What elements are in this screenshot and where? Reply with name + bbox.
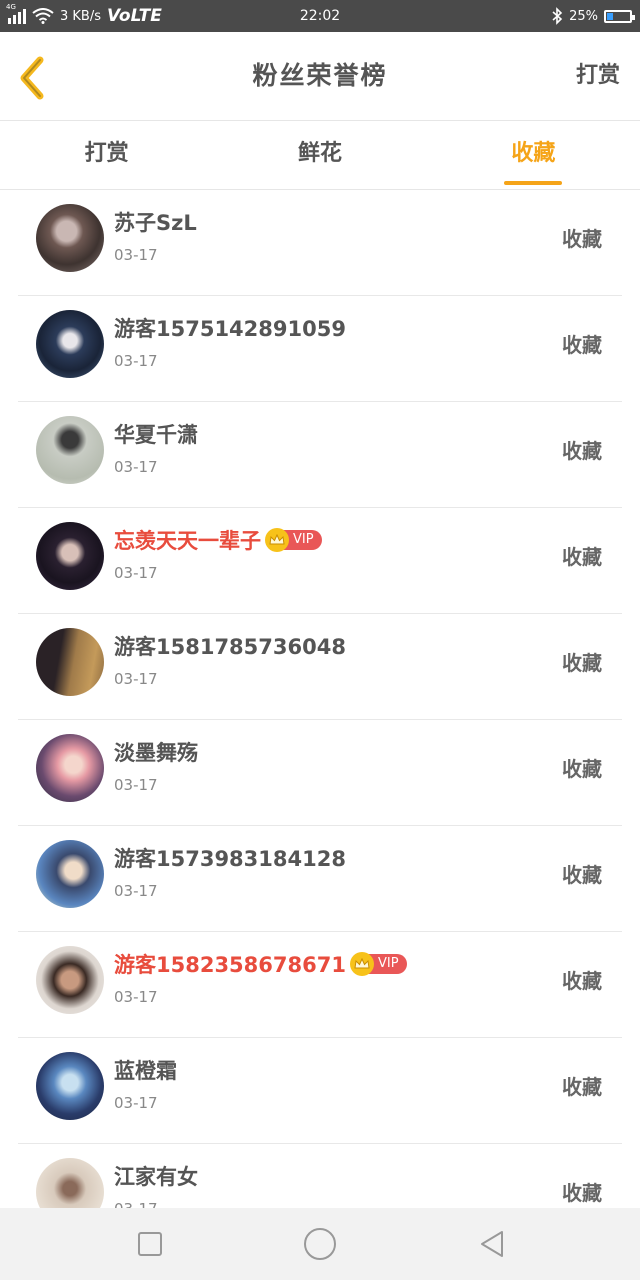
date: 03-17 (114, 988, 158, 1006)
user-name: 游客1582358678671 (114, 953, 346, 977)
list-item[interactable]: 游客1575142891059 03-17 收藏 (18, 296, 622, 402)
user-name: 苏子SzL (114, 211, 197, 235)
tab-reward[interactable]: 打赏 (0, 121, 213, 189)
date: 03-17 (114, 352, 158, 370)
square-icon (138, 1232, 162, 1256)
favorite-label: 收藏 (562, 333, 602, 357)
date: 03-17 (114, 882, 158, 900)
list-item[interactable]: 淡墨舞殇 03-17 收藏 (18, 720, 622, 826)
user-name: 游客1575142891059 (114, 317, 346, 341)
status-time: 22:02 (299, 8, 341, 24)
list-item[interactable]: 苏子SzL 03-17 收藏 (18, 190, 622, 296)
list-item[interactable]: 蓝橙霜 03-17 收藏 (18, 1038, 622, 1144)
crown-icon (349, 952, 374, 976)
tab-favorites[interactable]: 收藏 (427, 121, 640, 189)
avatar[interactable] (36, 1052, 104, 1120)
favorite-label: 收藏 (562, 439, 602, 463)
favorite-label: 收藏 (562, 757, 602, 781)
system-nav-bar (0, 1208, 640, 1280)
avatar[interactable] (36, 1158, 104, 1208)
nav-back-button[interactable] (472, 1224, 512, 1264)
avatar[interactable] (36, 946, 104, 1014)
list-item[interactable]: 忘羡天天一辈子 VIP 03-17 收藏 (18, 508, 622, 614)
vip-badge: VIP (265, 528, 322, 552)
list-item[interactable]: 游客1573983184128 03-17 收藏 (18, 826, 622, 932)
user-name: 忘羡天天一辈子 (114, 529, 261, 553)
user-name: 蓝橙霜 (114, 1059, 177, 1083)
triangle-back-icon (481, 1231, 503, 1257)
avatar[interactable] (36, 522, 104, 590)
app-header: 粉丝荣誉榜 打赏 (0, 32, 640, 121)
favorite-label: 收藏 (562, 227, 602, 251)
user-name: 华夏千潇 (114, 423, 198, 447)
date: 03-17 (114, 246, 158, 264)
tab-flowers[interactable]: 鲜花 (213, 121, 426, 189)
list-item[interactable]: 华夏千潇 03-17 收藏 (18, 402, 622, 508)
user-name: 游客1581785736048 (114, 635, 346, 659)
user-name: 游客1573983184128 (114, 847, 346, 871)
avatar[interactable] (36, 734, 104, 802)
favorite-label: 收藏 (562, 969, 602, 993)
bluetooth-icon (552, 7, 563, 25)
favorite-label: 收藏 (562, 863, 602, 887)
date: 03-17 (114, 564, 158, 582)
date: 03-17 (114, 458, 158, 476)
recent-apps-button[interactable] (130, 1224, 170, 1264)
list-item[interactable]: 游客1581785736048 03-17 收藏 (18, 614, 622, 720)
avatar[interactable] (36, 204, 104, 272)
avatar[interactable] (36, 416, 104, 484)
user-name: 淡墨舞殇 (114, 741, 198, 765)
date: 03-17 (114, 1200, 158, 1208)
avatar[interactable] (36, 840, 104, 908)
favorite-label: 收藏 (562, 1181, 602, 1205)
date: 03-17 (114, 776, 158, 794)
battery-icon (604, 9, 635, 23)
date: 03-17 (114, 670, 158, 688)
date: 03-17 (114, 1094, 158, 1112)
avatar[interactable] (36, 310, 104, 378)
list-item[interactable]: 江家有女 03-17 收藏 (18, 1144, 622, 1208)
reward-button[interactable]: 打赏 (576, 32, 620, 120)
list-item[interactable]: 游客1582358678671 VIP 03-17 收藏 (18, 932, 622, 1038)
fan-list[interactable]: 苏子SzL 03-17 收藏 游客1575142891059 03-17 收藏 … (18, 190, 622, 1208)
status-bar: 4G 3 KB/s VoLTE 22:02 25% (0, 0, 640, 32)
circle-icon (304, 1228, 336, 1260)
page-title: 粉丝荣誉榜 (252, 61, 388, 90)
home-button[interactable] (300, 1224, 340, 1264)
avatar[interactable] (36, 628, 104, 696)
tab-bar: 打赏 鲜花 收藏 (0, 121, 640, 190)
user-name: 江家有女 (114, 1165, 198, 1189)
vip-badge: VIP (349, 952, 407, 976)
favorite-label: 收藏 (562, 651, 602, 675)
favorite-label: 收藏 (562, 1075, 602, 1099)
crown-icon (265, 528, 289, 552)
battery-percent: 25% (569, 8, 598, 24)
favorite-label: 收藏 (562, 545, 602, 569)
